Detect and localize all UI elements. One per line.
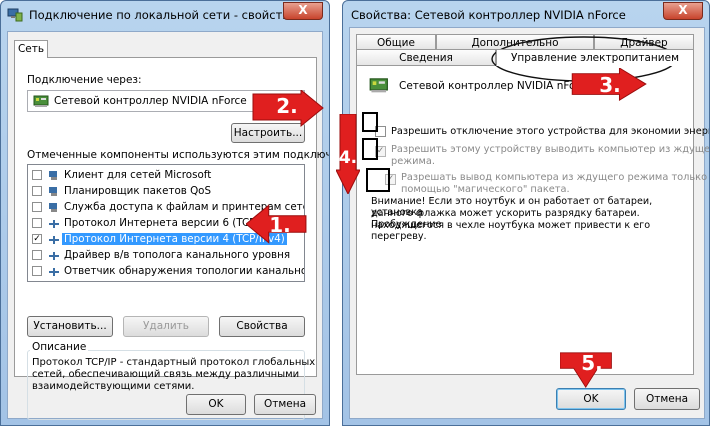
protocol-icon xyxy=(49,252,59,260)
adapter-name: Сетевой контроллер NVIDIA nForce xyxy=(54,95,247,107)
component-checkbox[interactable] xyxy=(32,186,42,196)
description-line-2: сетей, обеспечивающий связь между различ… xyxy=(32,369,300,380)
tab-power-management[interactable]: Управление электропитанием xyxy=(496,49,694,66)
component-checkbox[interactable] xyxy=(32,218,42,228)
component-label: Драйвер в/в тополога канального уровня xyxy=(64,249,291,261)
step2-badge: 2. xyxy=(276,94,298,118)
right-window-title: Свойства: Сетевой контроллер NVIDIA nFor… xyxy=(351,8,626,22)
component-checkbox[interactable] xyxy=(32,170,42,180)
component-label: Планировщик пакетов QoS xyxy=(64,185,212,197)
power-management-panel: Сетевой контроллер NVIDIA nForce Разреши… xyxy=(356,65,709,375)
protocol-icon xyxy=(49,268,59,276)
allow-wake-label-2: режима. xyxy=(391,156,435,167)
properties-button[interactable]: Свойства xyxy=(219,316,305,337)
right-close-button[interactable]: X xyxy=(663,2,703,20)
step4-highlight-box-2 xyxy=(362,138,378,160)
component-checkbox[interactable] xyxy=(32,266,42,276)
ok-button[interactable]: OK xyxy=(556,388,626,410)
tab-network[interactable]: Сеть xyxy=(14,40,48,58)
right-title-bar: Свойства: Сетевой контроллер NVIDIA nFor… xyxy=(343,1,709,29)
protocol-icon xyxy=(49,236,59,244)
install-button[interactable]: Установить... xyxy=(27,316,113,337)
network-service-icon xyxy=(49,187,57,196)
uninstall-button[interactable]: Удалить xyxy=(123,316,209,337)
network-adapter-icon xyxy=(369,78,388,93)
description-title: Описание xyxy=(30,341,89,353)
left-title-bar: Подключение по локальной сети - свойства… xyxy=(1,1,329,29)
magic-packet-label-1: Разрешать вывод компьютера из ждущего ре… xyxy=(401,172,710,183)
tab-general[interactable]: Общие xyxy=(356,34,436,50)
tab-details[interactable]: Сведения xyxy=(356,49,496,66)
component-label: Клиент для сетей Microsoft xyxy=(64,169,212,181)
description-line-3: взаимодействующими сетями. xyxy=(32,381,195,392)
network-service-icon xyxy=(49,203,57,212)
component-checkbox-checked[interactable]: ✓ xyxy=(32,234,42,244)
magic-packet-label-2: помощью "магического" пакета. xyxy=(401,184,570,195)
list-item[interactable]: Ответчик обнаружения топологии канальног… xyxy=(28,264,304,279)
left-window-title: Подключение по локальной сети - свойства xyxy=(29,8,297,22)
list-item[interactable]: Драйвер в/в тополога канального уровня xyxy=(28,248,304,263)
component-checkbox[interactable] xyxy=(32,202,42,212)
right-window-body: Общие Дополнительно Драйвер Сведения Упр… xyxy=(349,27,709,419)
list-item[interactable]: Клиент для сетей Microsoft xyxy=(28,168,304,183)
allow-power-off-label: Разрешить отключение этого устройства дл… xyxy=(391,126,710,137)
network-client-icon xyxy=(49,171,57,180)
components-label: Отмеченные компоненты используются этим … xyxy=(27,149,329,161)
step4-highlight-box-1 xyxy=(362,112,378,132)
step5-badge: 5. xyxy=(581,351,603,375)
component-label: Ответчик обнаружения топологии канальног… xyxy=(64,265,304,277)
description-line-1: Протокол TCP/IP - стандартный протокол г… xyxy=(32,357,316,368)
ok-button[interactable]: OK xyxy=(186,394,246,415)
network-adapter-icon xyxy=(33,95,49,107)
connect-using-label: Подключение через: xyxy=(27,74,142,86)
cancel-button[interactable]: Отмена xyxy=(254,394,316,415)
step4-highlight-box-3 xyxy=(366,168,390,192)
warning-line-3: находящегося в чехле ноутбука может прив… xyxy=(371,220,651,242)
step3-badge: 3. xyxy=(599,73,621,97)
step4-badge: 4. xyxy=(338,148,358,168)
step1-badge: 1. xyxy=(269,213,291,237)
allow-wake-label-1: Разрешить этому устройству выводить комп… xyxy=(391,144,710,155)
network-connection-icon xyxy=(7,8,23,22)
protocol-icon xyxy=(49,220,59,228)
left-close-button[interactable]: X xyxy=(283,2,323,20)
list-item[interactable]: Планировщик пакетов QoS xyxy=(28,184,304,199)
component-checkbox[interactable] xyxy=(32,250,42,260)
right-properties-window: Свойства: Сетевой контроллер NVIDIA nFor… xyxy=(342,0,710,426)
cancel-button[interactable]: Отмена xyxy=(634,388,700,410)
